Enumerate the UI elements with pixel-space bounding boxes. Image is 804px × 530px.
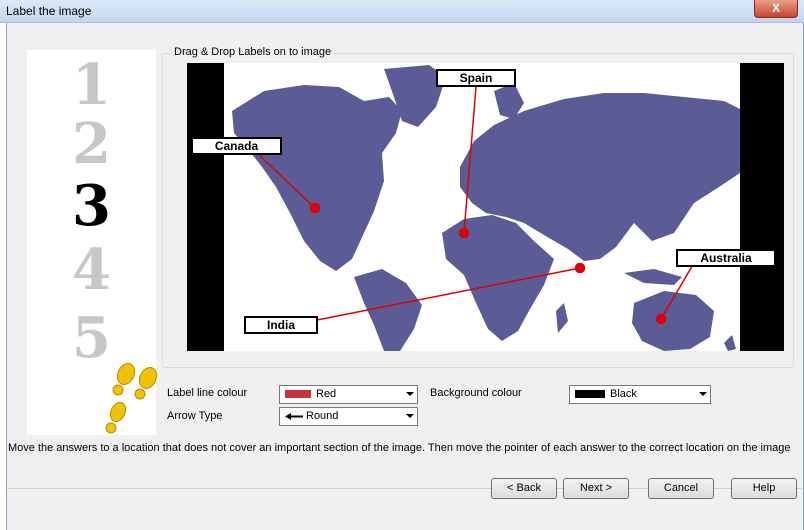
arrow-type-value: Round (306, 410, 339, 422)
step-2: 2 (72, 111, 111, 177)
background-colour-label: Background colour (430, 387, 522, 399)
line-colour-swatch (285, 390, 311, 398)
image-group-label: Drag & Drop Labels on to image (172, 46, 334, 58)
background-colour-select[interactable]: Black (569, 385, 711, 404)
footprints-icon (105, 362, 158, 434)
back-button[interactable]: < Back (491, 478, 557, 499)
background-colour-swatch (575, 390, 605, 398)
chevron-down-icon (406, 392, 414, 396)
cancel-button[interactable]: Cancel (648, 478, 714, 499)
label-australia[interactable]: Australia (676, 249, 776, 267)
step-3: 3 (72, 173, 111, 239)
chevron-down-icon (406, 414, 414, 418)
background-colour-value: Black (610, 388, 637, 400)
next-button[interactable]: Next > (563, 478, 629, 499)
label-image[interactable]: Spain Canada Australia India (187, 63, 784, 351)
arrow-type-label: Arrow Type (167, 410, 223, 422)
world-map-graphic (232, 65, 740, 351)
arrow-type-select[interactable]: Round (279, 407, 418, 426)
step-1: 1 (72, 52, 111, 118)
label-canada[interactable]: Canada (191, 137, 282, 155)
label-india[interactable]: India (244, 316, 318, 334)
chevron-down-icon (699, 392, 707, 396)
line-colour-value: Red (316, 388, 337, 400)
line-colour-select[interactable]: Red (279, 385, 418, 404)
world-map (224, 63, 740, 351)
label-spain[interactable]: Spain (436, 69, 516, 87)
window-title: Label the image (6, 4, 92, 18)
step-5: 5 (72, 305, 111, 371)
help-button[interactable]: Help (731, 478, 797, 499)
instructions-text: Move the answers to a location that does… (8, 442, 791, 454)
title-bar: Label the image X (0, 0, 804, 23)
step-4: 4 (72, 237, 111, 303)
line-colour-label: Label line colour (167, 387, 248, 399)
close-button[interactable]: X (754, 0, 798, 18)
